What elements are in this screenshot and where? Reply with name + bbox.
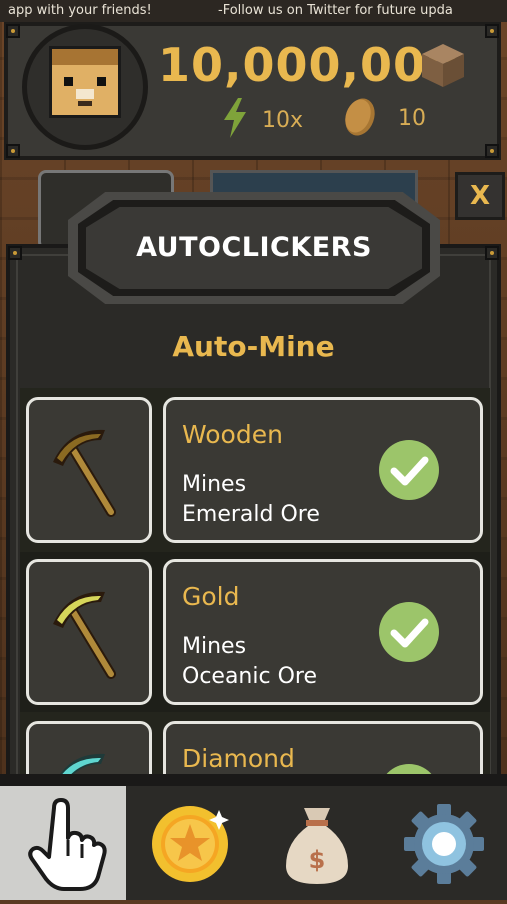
modal-title: AUTOCLICKERS (136, 232, 372, 263)
autoclicker-card[interactable]: Wooden Mines Emerald Ore (163, 397, 483, 543)
item-description: Mines (182, 634, 247, 659)
item-description: Mines (182, 472, 247, 497)
header-corner (6, 144, 20, 158)
autoclicker-card[interactable]: Gold Mines Oceanic Ore (163, 559, 483, 705)
autoclicker-card[interactable]: Diamond (163, 721, 483, 774)
coin-count: 10 (398, 106, 426, 131)
item-name: Diamond (182, 744, 295, 773)
pickaxe-icon-card[interactable] (26, 559, 152, 705)
item-name: Wooden (182, 420, 283, 449)
ticker-text-right: -Follow us on Twitter for future upda (218, 3, 453, 18)
pickaxe-icon-card[interactable] (26, 721, 152, 774)
coin-icon (345, 98, 375, 136)
item-name: Gold (182, 582, 240, 611)
avatar-mouth (78, 101, 92, 106)
hand-pointer-icon (28, 798, 107, 891)
avatar-eye (97, 77, 106, 86)
click-multiplier: 10x (262, 108, 304, 133)
gold-pickaxe-icon (53, 591, 116, 679)
bottom-nav-border (0, 774, 507, 786)
avatar-snout (76, 89, 94, 99)
header-corner (6, 24, 20, 38)
news-ticker: app with your friends! -Follow us on Twi… (0, 0, 507, 22)
nav-tab-shop[interactable]: $ (254, 786, 380, 900)
owned-check-icon (379, 602, 439, 662)
nav-tab-autoclickers[interactable] (0, 786, 126, 900)
pickaxe-icon-card[interactable] (26, 397, 152, 543)
nav-tab-coins[interactable] (127, 786, 253, 900)
item-description: Emerald Ore (182, 502, 320, 527)
svg-text:$: $ (309, 846, 326, 874)
modal-corner (485, 246, 499, 260)
item-description: Oceanic Ore (182, 664, 317, 689)
wooden-pickaxe-icon (53, 429, 116, 517)
owned-check-icon (379, 764, 439, 774)
coin-star-icon (152, 806, 229, 882)
nav-tab-settings[interactable] (381, 786, 507, 900)
avatar[interactable] (49, 46, 121, 118)
settings-gear-icon (404, 804, 484, 884)
ore-count: 10,000,000 (158, 38, 460, 92)
avatar-eye (64, 77, 73, 86)
header-corner (485, 144, 499, 158)
modal-corner (8, 246, 22, 260)
owned-check-icon (379, 440, 439, 500)
lightning-icon (224, 98, 246, 138)
diamond-pickaxe-icon (60, 753, 105, 774)
money-bag-icon: $ (286, 808, 348, 884)
ore-cube-icon (422, 44, 464, 87)
ticker-text-left: app with your friends! (8, 3, 152, 18)
section-title: Auto-Mine (172, 330, 335, 363)
header-corner (485, 24, 499, 38)
close-button[interactable]: X (455, 172, 505, 220)
avatar-hair (52, 49, 118, 65)
autoclicker-list[interactable]: Wooden Mines Emerald Ore Gold Mines Ocea… (20, 388, 490, 774)
